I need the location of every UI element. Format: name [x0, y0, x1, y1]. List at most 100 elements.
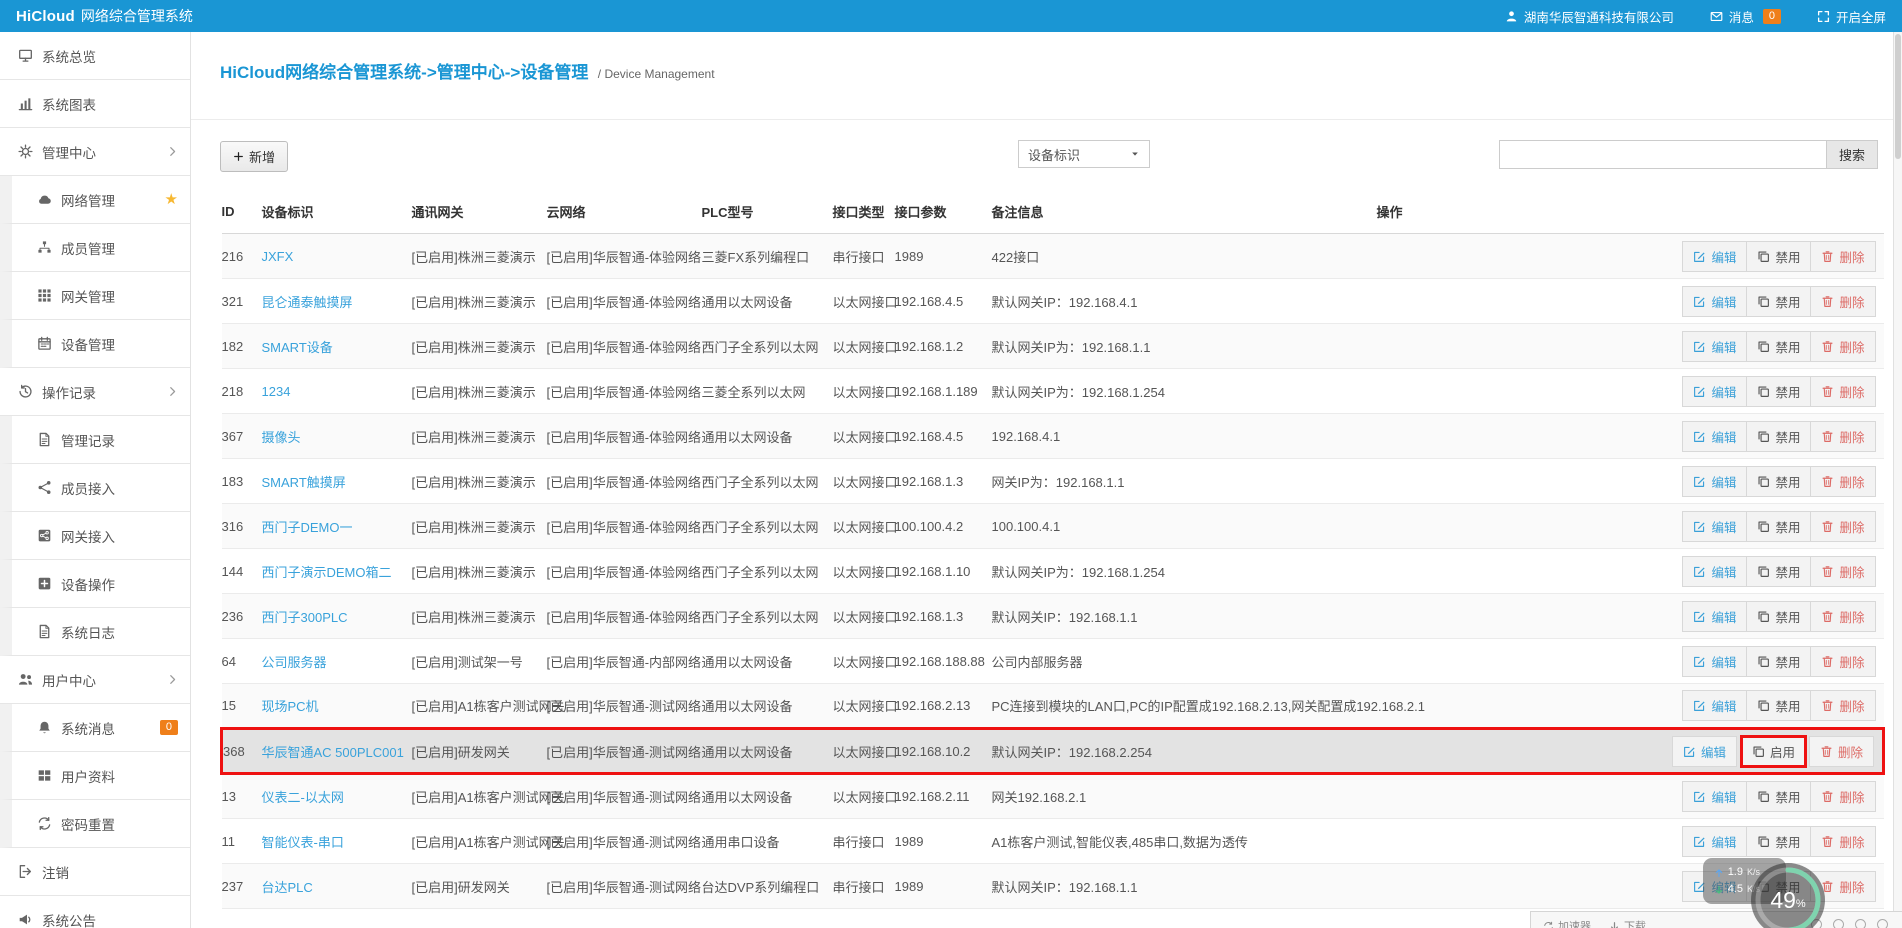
sidebar-item-device-operations[interactable]: 设备操作: [0, 560, 190, 608]
delete-button[interactable]: 删除: [1810, 646, 1875, 677]
scrollbar[interactable]: [1893, 32, 1902, 928]
delete-button[interactable]: 删除: [1810, 331, 1875, 362]
device-name-link[interactable]: 台达PLC: [262, 880, 313, 895]
edit-button[interactable]: 编辑: [1682, 466, 1747, 497]
disable-button[interactable]: 禁用: [1746, 286, 1811, 317]
search-field-select[interactable]: 设备标识: [1018, 140, 1150, 168]
messages-link[interactable]: 消息 0: [1710, 7, 1781, 26]
device-name-link[interactable]: 西门子DEMO一: [262, 520, 353, 535]
delete-button[interactable]: 删除: [1810, 376, 1875, 407]
cell-param: 192.168.1.10: [895, 549, 992, 594]
device-name-link[interactable]: 昆仑通泰触摸屏: [262, 295, 353, 310]
disable-button[interactable]: 禁用: [1746, 690, 1811, 721]
delete-button[interactable]: 删除: [1810, 556, 1875, 587]
delete-button[interactable]: 删除: [1810, 241, 1875, 272]
net-percent-gauge[interactable]: 49%: [1746, 858, 1830, 928]
device-name-link[interactable]: 西门子演示DEMO箱二: [262, 565, 392, 580]
cell-plc: 通用串口设备: [702, 819, 833, 864]
edit-button[interactable]: 编辑: [1682, 376, 1747, 407]
sidebar-item-member-management[interactable]: 成员管理: [0, 224, 190, 272]
delete-button[interactable]: 删除: [1810, 511, 1875, 542]
device-name-link[interactable]: 摄像头: [262, 430, 301, 445]
delete-button[interactable]: 删除: [1810, 690, 1875, 721]
download-item[interactable]: 下载: [1609, 918, 1646, 928]
disable-button[interactable]: 禁用: [1746, 376, 1811, 407]
sidebar-item-user-profile[interactable]: 用户资料: [0, 752, 190, 800]
edit-button[interactable]: 编辑: [1682, 286, 1747, 317]
add-device-button[interactable]: 新增: [220, 141, 288, 172]
disable-button[interactable]: 禁用: [1746, 781, 1811, 812]
disable-button[interactable]: 禁用: [1746, 556, 1811, 587]
sidebar-item-system-announcement[interactable]: 系统公告: [0, 896, 190, 928]
device-name-link[interactable]: 华辰智通AC 500PLC001: [262, 745, 404, 760]
edit-button[interactable]: 编辑: [1682, 601, 1747, 632]
app-title: HiCloud网络综合管理系统: [16, 6, 193, 26]
favorite-star-icon[interactable]: ★: [165, 192, 178, 207]
clone-icon: [1757, 835, 1770, 848]
table-row: 64公司服务器[已启用]测试架一号[已启用]华辰智通-内部网络通用以太网设备以太…: [222, 639, 1884, 684]
device-name-link[interactable]: SMART触摸屏: [262, 475, 346, 490]
search-input[interactable]: [1499, 140, 1826, 169]
sidebar-item-member-access[interactable]: 成员接入: [0, 464, 190, 512]
edit-button[interactable]: 编辑: [1682, 241, 1747, 272]
bottom-bar-circle-icon[interactable]: [1877, 919, 1888, 928]
sidebar-item-system-messages[interactable]: 系统消息0: [0, 704, 190, 752]
edit-button[interactable]: 编辑: [1682, 421, 1747, 452]
device-name-link[interactable]: 公司服务器: [262, 655, 327, 670]
device-name-link[interactable]: 现场PC机: [262, 699, 319, 714]
device-name-link[interactable]: 智能仪表-串口: [262, 835, 344, 850]
device-name-link[interactable]: 西门子300PLC: [262, 610, 348, 625]
edit-button[interactable]: 编辑: [1682, 556, 1747, 587]
trash-icon: [1821, 655, 1834, 668]
sidebar-item-system-logs[interactable]: 系统日志: [0, 608, 190, 656]
company-account[interactable]: 湖南华辰智通科技有限公司: [1505, 7, 1674, 26]
sidebar-item-gateway-management[interactable]: 网关管理: [0, 272, 190, 320]
disable-button[interactable]: 禁用: [1746, 466, 1811, 497]
enable-button[interactable]: 启用: [1740, 735, 1807, 768]
edit-button[interactable]: 编辑: [1682, 331, 1747, 362]
disable-button[interactable]: 禁用: [1746, 511, 1811, 542]
disable-button[interactable]: 禁用: [1746, 331, 1811, 362]
accelerator-item[interactable]: 加速器: [1543, 918, 1591, 928]
delete-button[interactable]: 删除: [1810, 286, 1875, 317]
sidebar-item-gateway-access[interactable]: 网关接入: [0, 512, 190, 560]
device-name-link[interactable]: SMART设备: [262, 340, 333, 355]
delete-button[interactable]: 删除: [1810, 601, 1875, 632]
edit-button[interactable]: 编辑: [1682, 511, 1747, 542]
device-name-link[interactable]: 1234: [262, 384, 291, 399]
edit-button[interactable]: 编辑: [1682, 646, 1747, 677]
delete-button[interactable]: 删除: [1810, 466, 1875, 497]
delete-button[interactable]: 删除: [1810, 826, 1875, 857]
pencil-icon: [1683, 745, 1696, 758]
sidebar-item-user-center[interactable]: 用户中心: [0, 656, 190, 704]
fullscreen-toggle[interactable]: 开启全屏: [1817, 7, 1886, 26]
bottom-bar-circle-icon[interactable]: [1833, 919, 1844, 928]
sidebar-item-management-records[interactable]: 管理记录: [0, 416, 190, 464]
disable-button[interactable]: 禁用: [1746, 826, 1811, 857]
sidebar-item-logout[interactable]: 注销: [0, 848, 190, 896]
disable-button[interactable]: 禁用: [1746, 421, 1811, 452]
device-name-link[interactable]: JXFX: [262, 249, 294, 264]
edit-button[interactable]: 编辑: [1682, 826, 1747, 857]
sidebar-item-system-overview[interactable]: 系统总览: [0, 32, 190, 80]
trash-icon: [1821, 340, 1834, 353]
edit-button[interactable]: 编辑: [1682, 781, 1747, 812]
sidebar-item-password-reset[interactable]: 密码重置: [0, 800, 190, 848]
delete-button[interactable]: 删除: [1810, 781, 1875, 812]
sidebar-item-operation-records[interactable]: 操作记录: [0, 368, 190, 416]
sidebar-item-network-management[interactable]: 网络管理★: [0, 176, 190, 224]
edit-button[interactable]: 编辑: [1672, 736, 1737, 767]
sidebar-item-system-charts[interactable]: 系统图表: [0, 80, 190, 128]
delete-button[interactable]: 删除: [1810, 421, 1875, 452]
disable-button[interactable]: 禁用: [1746, 241, 1811, 272]
edit-button[interactable]: 编辑: [1682, 690, 1747, 721]
sidebar-item-device-management[interactable]: 设备管理: [0, 320, 190, 368]
disable-button[interactable]: 禁用: [1746, 601, 1811, 632]
disable-button[interactable]: 禁用: [1746, 646, 1811, 677]
device-name-link[interactable]: 仪表二-以太网: [262, 790, 344, 805]
sidebar-item-management-center[interactable]: 管理中心: [0, 128, 190, 176]
bottom-bar-circle-icon[interactable]: [1855, 919, 1866, 928]
delete-button[interactable]: 删除: [1809, 736, 1874, 767]
search-button[interactable]: 搜索: [1826, 140, 1878, 169]
scrollbar-thumb[interactable]: [1895, 34, 1901, 159]
